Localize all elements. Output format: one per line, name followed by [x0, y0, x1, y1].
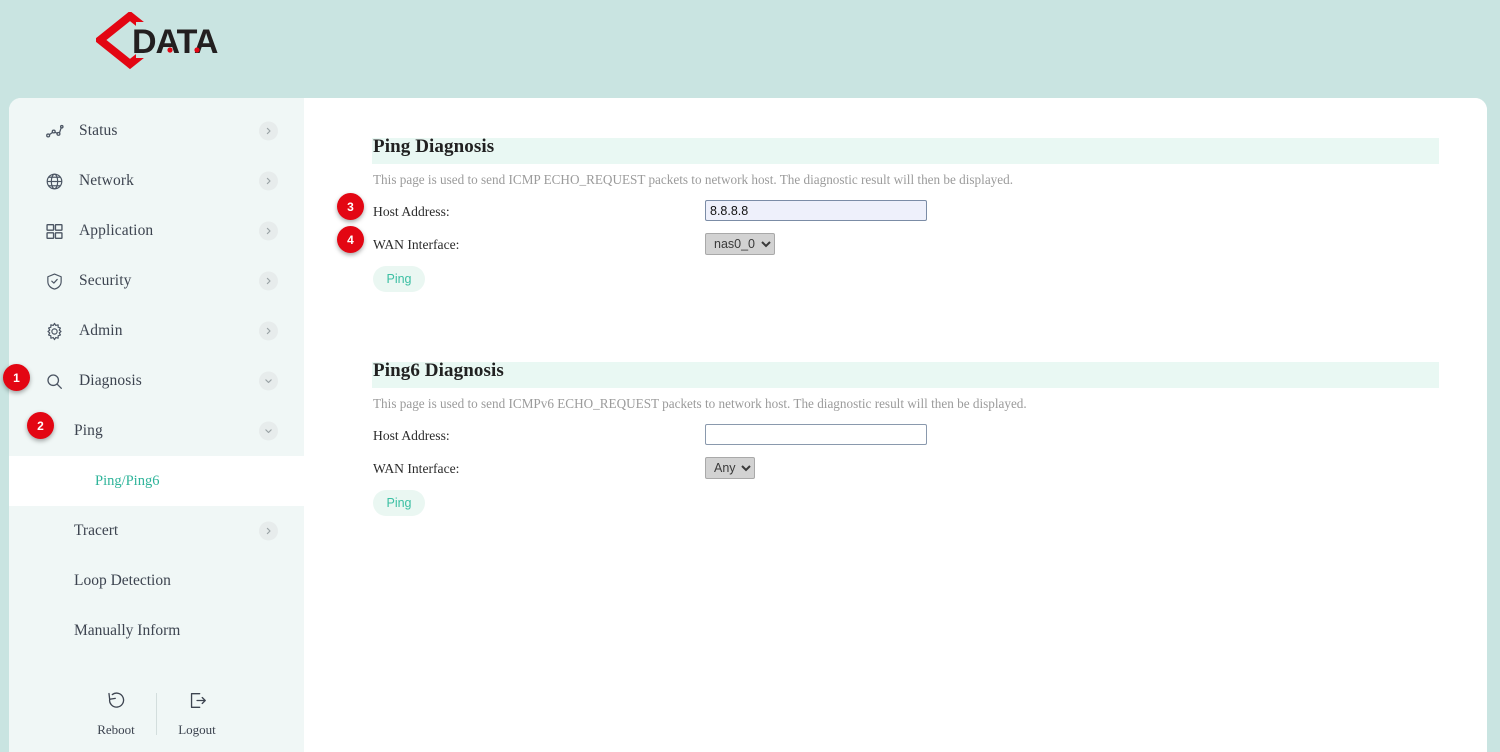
step-badge-2: 2: [27, 412, 54, 439]
page-root: DATA Status: [0, 0, 1500, 752]
main-content: Ping Diagnosis This page is used to send…: [304, 98, 1487, 752]
sidebar-item-label: Loop Detection: [74, 572, 171, 590]
section-description: This page is used to send ICMP ECHO_REQU…: [373, 172, 1013, 188]
line-chart-icon: [43, 120, 65, 142]
ping6-title: Ping6 Diagnosis: [373, 360, 504, 382]
ping-wan-interface-label: WAN Interface:: [373, 237, 459, 253]
globe-icon: [43, 170, 65, 192]
chevron-right-icon[interactable]: [259, 122, 278, 141]
ping6-host-address-field[interactable]: [705, 424, 927, 445]
sidebar-item-label: Admin: [79, 322, 123, 340]
sidebar-item-admin[interactable]: Admin: [9, 306, 304, 356]
ping-wan-interface-select[interactable]: nas0_0: [705, 233, 775, 255]
sidebar-item-status[interactable]: Status: [9, 106, 304, 156]
grid-icon: [43, 220, 65, 242]
sidebar-item-label: Application: [79, 222, 153, 240]
sidebar-item-loop-detection[interactable]: Loop Detection: [9, 556, 304, 606]
sidebar-item-tracert[interactable]: Tracert: [9, 506, 304, 556]
chevron-right-icon[interactable]: [259, 272, 278, 291]
chevron-down-icon[interactable]: [259, 372, 278, 391]
ping6-submit-button[interactable]: Ping: [373, 490, 425, 516]
logout-icon: [187, 690, 208, 716]
section-header-band: [372, 138, 1439, 164]
chevron-right-icon[interactable]: [259, 172, 278, 191]
sidebar-item-label: Manually Inform: [74, 622, 180, 640]
logout-button[interactable]: Logout: [165, 690, 229, 738]
reboot-icon: [106, 690, 127, 716]
step-badge-1: 1: [3, 364, 30, 391]
ping6-host-address-label: Host Address:: [373, 428, 450, 444]
step-badge-3: 3: [337, 193, 364, 220]
logout-label: Logout: [178, 722, 216, 738]
sidebar-item-network[interactable]: Network: [9, 156, 304, 206]
cdata-logo[interactable]: DATA: [96, 12, 226, 70]
footer-divider: [156, 693, 157, 735]
step-badge-4: 4: [337, 226, 364, 253]
sidebar-item-label: Diagnosis: [79, 372, 142, 390]
gear-icon: [43, 320, 65, 342]
chevron-right-icon[interactable]: [259, 222, 278, 241]
ping-submit-button[interactable]: Ping: [373, 266, 425, 292]
search-icon: [43, 370, 65, 392]
ping6-wan-interface-label: WAN Interface:: [373, 461, 459, 477]
ping-host-address-field[interactable]: [705, 200, 927, 221]
sidebar-footer: Reboot Logout: [9, 690, 304, 738]
reboot-label: Reboot: [97, 722, 135, 738]
sidebar-item-label: Status: [79, 122, 118, 140]
chevron-right-icon[interactable]: [259, 322, 278, 341]
ping6-wan-interface-select[interactable]: Any: [705, 457, 755, 479]
section-description: This page is used to send ICMPv6 ECHO_RE…: [373, 396, 1027, 412]
sidebar-item-label: Tracert: [74, 522, 118, 540]
sidebar-item-application[interactable]: Application: [9, 206, 304, 256]
main-card: Status Network: [9, 98, 1487, 752]
reboot-button[interactable]: Reboot: [84, 690, 148, 738]
sidebar-item-ping[interactable]: Ping: [9, 406, 304, 456]
svg-text:DATA: DATA: [132, 23, 218, 61]
sidebar-item-diagnosis[interactable]: Diagnosis: [9, 356, 304, 406]
page-title: Ping Diagnosis: [373, 136, 494, 158]
ping-host-address-label: Host Address:: [373, 204, 450, 220]
chevron-right-icon[interactable]: [259, 522, 278, 541]
sidebar-item-ping-ping6[interactable]: Ping/Ping6: [9, 456, 304, 506]
top-bar: DATA: [0, 0, 1500, 88]
sidebar-item-label: Ping/Ping6: [95, 473, 159, 490]
chevron-down-icon[interactable]: [259, 422, 278, 441]
sidebar-item-security[interactable]: Security: [9, 256, 304, 306]
sidebar-item-label: Ping: [74, 422, 103, 440]
sidebar-item-manually-inform[interactable]: Manually Inform: [9, 606, 304, 656]
sidebar-item-label: Network: [79, 172, 134, 190]
section-header-band: [372, 362, 1439, 388]
shield-check-icon: [43, 270, 65, 292]
sidebar-item-label: Security: [79, 272, 131, 290]
